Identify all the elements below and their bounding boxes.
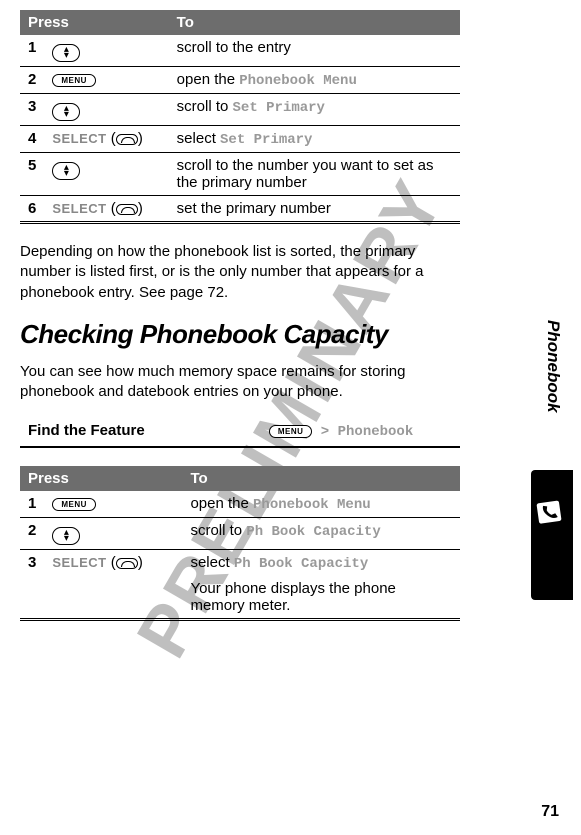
to-text: scroll to [177,98,233,115]
press-cell: MENU [44,491,182,518]
section-heading: Checking Phonebook Capacity [20,319,460,350]
to-cell: scroll to Ph Book Capacity [182,518,460,550]
page-number: 71 [541,803,559,821]
to-text: open the [190,495,253,512]
select-label: SELECT [52,131,106,146]
press-cell: ▴▾ [44,518,182,550]
press-cell: SELECT () [44,550,182,620]
softkey-icon [116,558,138,569]
step-num: 3 [20,550,44,620]
menu-label: Phonebook Menu [253,497,371,513]
scroll-icon: ▴▾ [52,527,80,545]
find-feature-label: Find the Feature [28,422,206,439]
to-cell: open the Phonebook Menu [182,491,460,518]
softkey-icon [116,134,138,145]
paragraph-1: Depending on how the phonebook list is s… [20,242,460,303]
select-label: SELECT [52,201,106,216]
to-text: scroll to [190,522,246,539]
instruction-table-1: Press To 1 ▴▾ scroll to the entry 2 MENU… [20,10,460,224]
breadcrumb-item: Phonebook [338,424,414,440]
menu-label: Phonebook Menu [239,73,357,89]
find-feature-table: Find the Feature MENU > Phonebook [20,418,460,448]
col-press: Press [20,466,182,491]
press-cell: SELECT () [44,126,168,153]
press-cell: ▴▾ [44,153,168,196]
step-num: 5 [20,153,44,196]
press-cell: MENU [44,67,168,94]
to-text: select [190,554,233,571]
page-content: Press To 1 ▴▾ scroll to the entry 2 MENU… [0,0,520,649]
to-cell: set the primary number [169,196,460,223]
menu-label: Set Primary [220,132,312,148]
to-cell: scroll to Set Primary [169,94,460,126]
menu-label: Ph Book Capacity [234,556,368,572]
to-text: select [177,130,220,147]
scroll-icon: ▴▾ [52,162,80,180]
col-to: To [169,10,460,35]
to-extra: Your phone displays the phone memory met… [190,580,452,614]
breadcrumb-sep: > [312,424,337,440]
scroll-icon: ▴▾ [52,103,80,121]
side-tab-block [531,470,573,600]
menu-button-icon: MENU [52,74,96,87]
col-press: Press [20,10,169,35]
paragraph-2: You can see how much memory space remain… [20,362,460,403]
select-label: SELECT [52,555,106,570]
menu-button-icon: MENU [269,425,313,438]
col-to: To [182,466,460,491]
step-num: 4 [20,126,44,153]
step-num: 1 [20,35,44,67]
scroll-icon: ▴▾ [52,44,80,62]
step-num: 3 [20,94,44,126]
to-cell: open the Phonebook Menu [169,67,460,94]
to-text: open the [177,71,240,88]
step-num: 2 [20,67,44,94]
menu-label: Ph Book Capacity [246,524,380,540]
press-cell: SELECT () [44,196,168,223]
instruction-table-2: Press To 1 MENU open the Phonebook Menu … [20,466,460,621]
menu-button-icon: MENU [52,498,96,511]
phone-icon [533,495,567,529]
to-cell: scroll to the entry [169,35,460,67]
to-cell: select Ph Book Capacity Your phone displ… [182,550,460,620]
step-num: 2 [20,518,44,550]
step-num: 6 [20,196,44,223]
to-cell: select Set Primary [169,126,460,153]
softkey-icon [116,204,138,215]
to-cell: scroll to the number you want to set as … [169,153,460,196]
press-cell: ▴▾ [44,35,168,67]
menu-label: Set Primary [233,100,325,116]
press-cell: ▴▾ [44,94,168,126]
side-tab-label: Phonebook [543,320,563,413]
step-num: 1 [20,491,44,518]
